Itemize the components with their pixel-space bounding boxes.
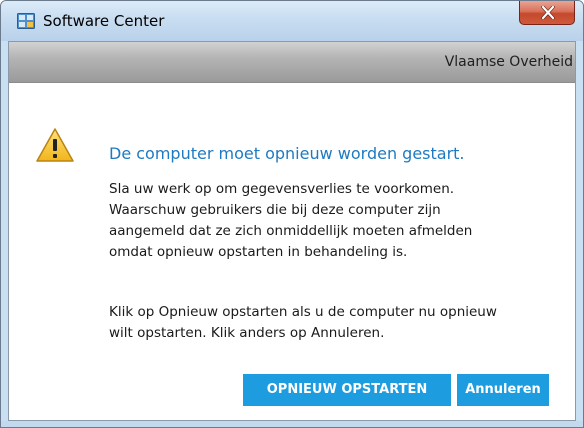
message-line: Sla uw werk op om gegevensverlies te voo… (109, 181, 455, 197)
message-line: wilt opstarten. Klik anders op Annuleren… (109, 325, 385, 341)
organization-banner: Vlaamse Overheid (9, 42, 575, 83)
close-button[interactable] (519, 1, 575, 25)
message-line: omdat opnieuw opstarten in behandeling i… (109, 244, 408, 260)
cancel-button[interactable]: Annuleren (457, 374, 549, 406)
window-bottom-frame (1, 421, 583, 427)
message-line: aangemeld dat ze zich onmiddellijk moete… (109, 223, 473, 239)
restart-button[interactable]: OPNIEUW OPSTARTEN (243, 374, 451, 406)
window-title: Software Center (43, 12, 165, 30)
warning-icon (35, 127, 75, 163)
message-paragraph-1: Sla uw werk op om gegevensverlies te voo… (109, 179, 549, 263)
organization-name: Vlaamse Overheid (444, 54, 573, 70)
message-line: Waarschuw gebruikers die bij deze comput… (109, 202, 441, 218)
dialog-content: Vlaamse Overheid De computer moet opnieu… (8, 41, 576, 421)
dialog-window: Software Center Vlaamse Overheid De comp… (0, 0, 584, 428)
message-paragraph-2: Klik op Opnieuw opstarten als u de compu… (109, 302, 549, 344)
software-center-icon (17, 13, 35, 29)
title-bar[interactable]: Software Center (1, 1, 583, 41)
message-heading: De computer moet opnieuw worden gestart. (109, 144, 465, 163)
message-line: Klik op Opnieuw opstarten als u de compu… (109, 304, 497, 320)
